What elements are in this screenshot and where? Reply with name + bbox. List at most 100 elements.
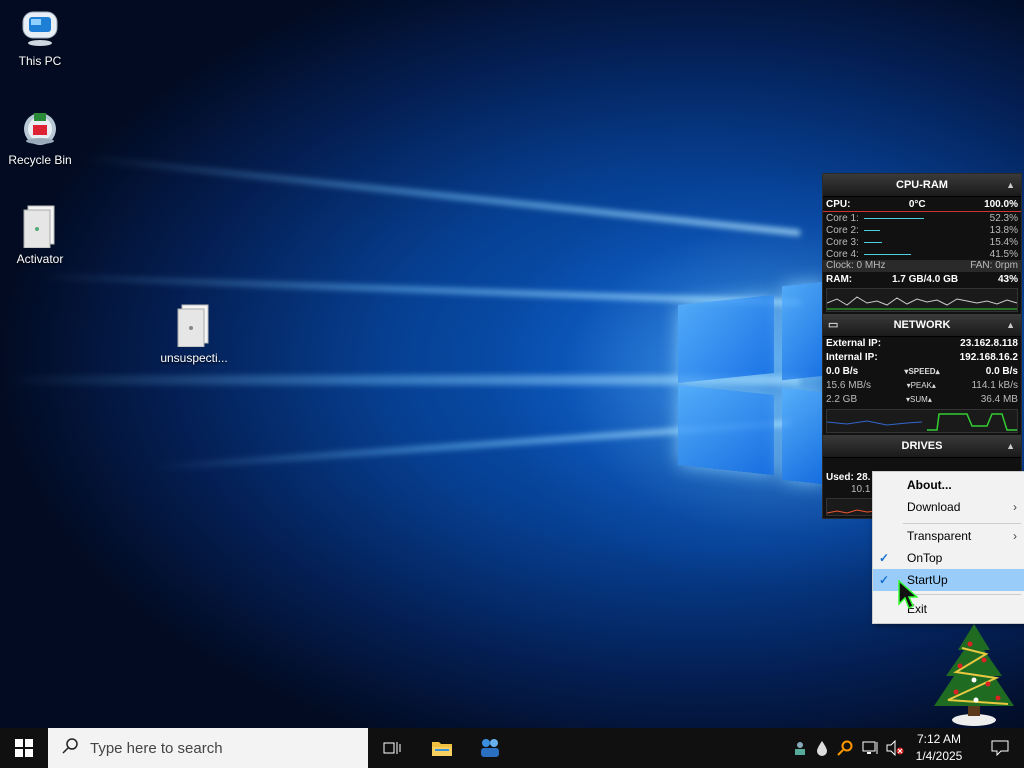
clock[interactable]: 7:12 AM 1/4/2025 (906, 731, 972, 765)
clock-value: Clock: 0 MHz (826, 260, 886, 271)
menu-item-about[interactable]: About... (873, 474, 1024, 496)
clock-time: 7:12 AM (916, 732, 962, 746)
folder-icon (172, 303, 216, 347)
core-usage-bar (864, 253, 978, 255)
core-value: 15.4% (989, 236, 1018, 248)
menu-item-ontop[interactable]: ✓ OnTop (873, 547, 1024, 569)
cpu-usage: 100.0% (984, 199, 1018, 210)
menu-item-startup[interactable]: ✓ StartUp (873, 569, 1024, 591)
desktop-icon-label: Activator (16, 252, 64, 266)
cpu-label: CPU: (826, 199, 851, 210)
desktop-icon-recycle-bin[interactable]: Recycle Bin (0, 105, 80, 167)
external-ip-row: External IP: 23.162.8.118 (823, 337, 1021, 351)
clock-date: 1/4/2025 (915, 749, 963, 763)
menu-item-download[interactable]: Download › (873, 496, 1024, 518)
internal-ip-value: 192.168.16.2 (959, 352, 1018, 363)
desktop-icon-activator[interactable]: Activator (0, 204, 80, 266)
context-menu[interactable]: About... Download › Transparent › ✓ OnTo… (872, 471, 1024, 624)
collapse-arrow-icon[interactable]: ▲ (1006, 435, 1015, 457)
speed-up: 0.0 B/s (985, 366, 1018, 377)
internal-ip-row: Internal IP: 192.168.16.2 (823, 351, 1021, 365)
people-app-icon (481, 739, 499, 757)
desktop-icon-label: Recycle Bin (8, 153, 72, 167)
drive-used-label: Used: 28. (826, 472, 871, 483)
cpu-ram-title: CPU-RAM (896, 179, 948, 191)
cpu-row: CPU: 0°C 100.0% (823, 199, 1021, 212)
peak-down: 15.6 MB/s (826, 380, 872, 391)
tray-search-tool-icon[interactable] (835, 728, 855, 768)
cpu-ram-header[interactable]: CPU-RAM ▲ (823, 174, 1021, 197)
sum-row: 2.2 GB ▾SUM▴ 36.4 MB (823, 393, 1021, 407)
desktop-icon-unsuspecting[interactable]: unsuspecti... (154, 303, 234, 365)
cores-list: Core 1: 52.3% Core 2: 13.8% Core 3: 15.4% Core… (823, 212, 1021, 260)
drive-used-value: 10.1 (851, 484, 871, 495)
checkmark-icon: ✓ (879, 551, 890, 565)
core-label: Core 3: (826, 236, 859, 248)
collapse-arrow-icon[interactable]: ▲ (1006, 314, 1015, 336)
app-taskbar-button[interactable] (466, 728, 514, 768)
core-value: 41.5% (989, 248, 1018, 260)
menu-item-transparent[interactable]: Transparent › (873, 525, 1024, 547)
core-usage-bar (864, 241, 978, 243)
core-label: Core 1: (826, 212, 859, 224)
windows-logo-icon (15, 739, 33, 757)
chevron-right-icon: › (1013, 529, 1017, 543)
folder-icon (432, 742, 452, 756)
network-graph (826, 409, 1018, 433)
core-label: Core 4: (826, 248, 859, 260)
system-monitor-widget[interactable]: CPU-RAM ▲ CPU: 0°C 100.0% Core 1: 52.3% Co… (822, 173, 1022, 519)
network-icon[interactable] (860, 728, 882, 768)
tray-user-icon[interactable] (790, 728, 810, 768)
drives-title: DRIVES (901, 440, 943, 452)
tray-drop-icon[interactable] (812, 728, 832, 768)
speed-down: 0.0 B/s (826, 366, 859, 377)
core-label: Core 2: (826, 224, 859, 236)
core-row: Core 1: 52.3% (823, 212, 1021, 224)
core-row: Core 2: 13.8% (823, 224, 1021, 236)
external-ip-label: External IP: (826, 338, 882, 349)
search-box[interactable]: Type here to search (48, 728, 368, 768)
ram-percent: 43% (997, 274, 1018, 285)
fan-value: FAN: 0rpm (970, 260, 1018, 271)
search-placeholder: Type here to search (90, 739, 223, 757)
core-value: 13.8% (989, 224, 1018, 236)
taskbar: Type here to search 7:12 AM 1/4/2025 (0, 728, 1024, 768)
task-view-button[interactable] (368, 728, 416, 768)
checkmark-icon: ✓ (879, 573, 890, 587)
desktop[interactable]: This PC Recycle Bin Activator unsuspecti… (0, 0, 1024, 728)
ram-value: 1.7 GB/4.0 GB (891, 274, 959, 285)
desktop-icon-label: This PC (18, 54, 62, 68)
computer-icon (18, 6, 62, 50)
sum-tag: ▾SUM▴ (906, 395, 932, 404)
chevron-right-icon: › (1013, 500, 1017, 514)
task-view-icon (383, 742, 401, 754)
peak-tag: ▾PEAK▴ (906, 381, 936, 390)
internal-ip-label: Internal IP: (826, 352, 878, 363)
core-row: Core 4: 41.5% (823, 248, 1021, 260)
start-button[interactable] (0, 728, 48, 768)
christmas-tree-icon (926, 620, 1022, 728)
ram-row: RAM: 1.7 GB/4.0 GB 43% (823, 274, 1021, 286)
drives-header[interactable]: DRIVES ▲ (823, 435, 1021, 458)
external-ip-value: 23.162.8.118 (960, 338, 1018, 349)
action-center-button[interactable] (976, 728, 1024, 768)
collapse-arrow-icon[interactable]: ▲ (1006, 174, 1015, 196)
folder-icon (18, 204, 62, 248)
speed-row: 0.0 B/s ▾SPEED▴ 0.0 B/s (823, 365, 1021, 379)
cpu-temp: 0°C (908, 199, 926, 210)
file-explorer-button[interactable] (418, 728, 466, 768)
core-usage-bar (864, 229, 978, 231)
ram-label: RAM: (826, 274, 853, 285)
core-row: Core 3: 15.4% (823, 236, 1021, 248)
mouse-cursor-icon (898, 579, 919, 613)
ram-graph (826, 288, 1018, 312)
sum-down: 2.2 GB (826, 394, 858, 405)
monitor-icon: ▭ (828, 319, 839, 331)
network-header[interactable]: ▭ NETWORK ▲ (823, 314, 1021, 337)
volume-muted-icon[interactable] (884, 728, 906, 768)
sum-up: 36.4 MB (980, 394, 1018, 405)
search-icon (62, 738, 78, 758)
menu-separator (903, 594, 1021, 595)
desktop-icon-this-pc[interactable]: This PC (0, 6, 80, 68)
menu-item-exit[interactable]: Exit (873, 598, 1024, 620)
